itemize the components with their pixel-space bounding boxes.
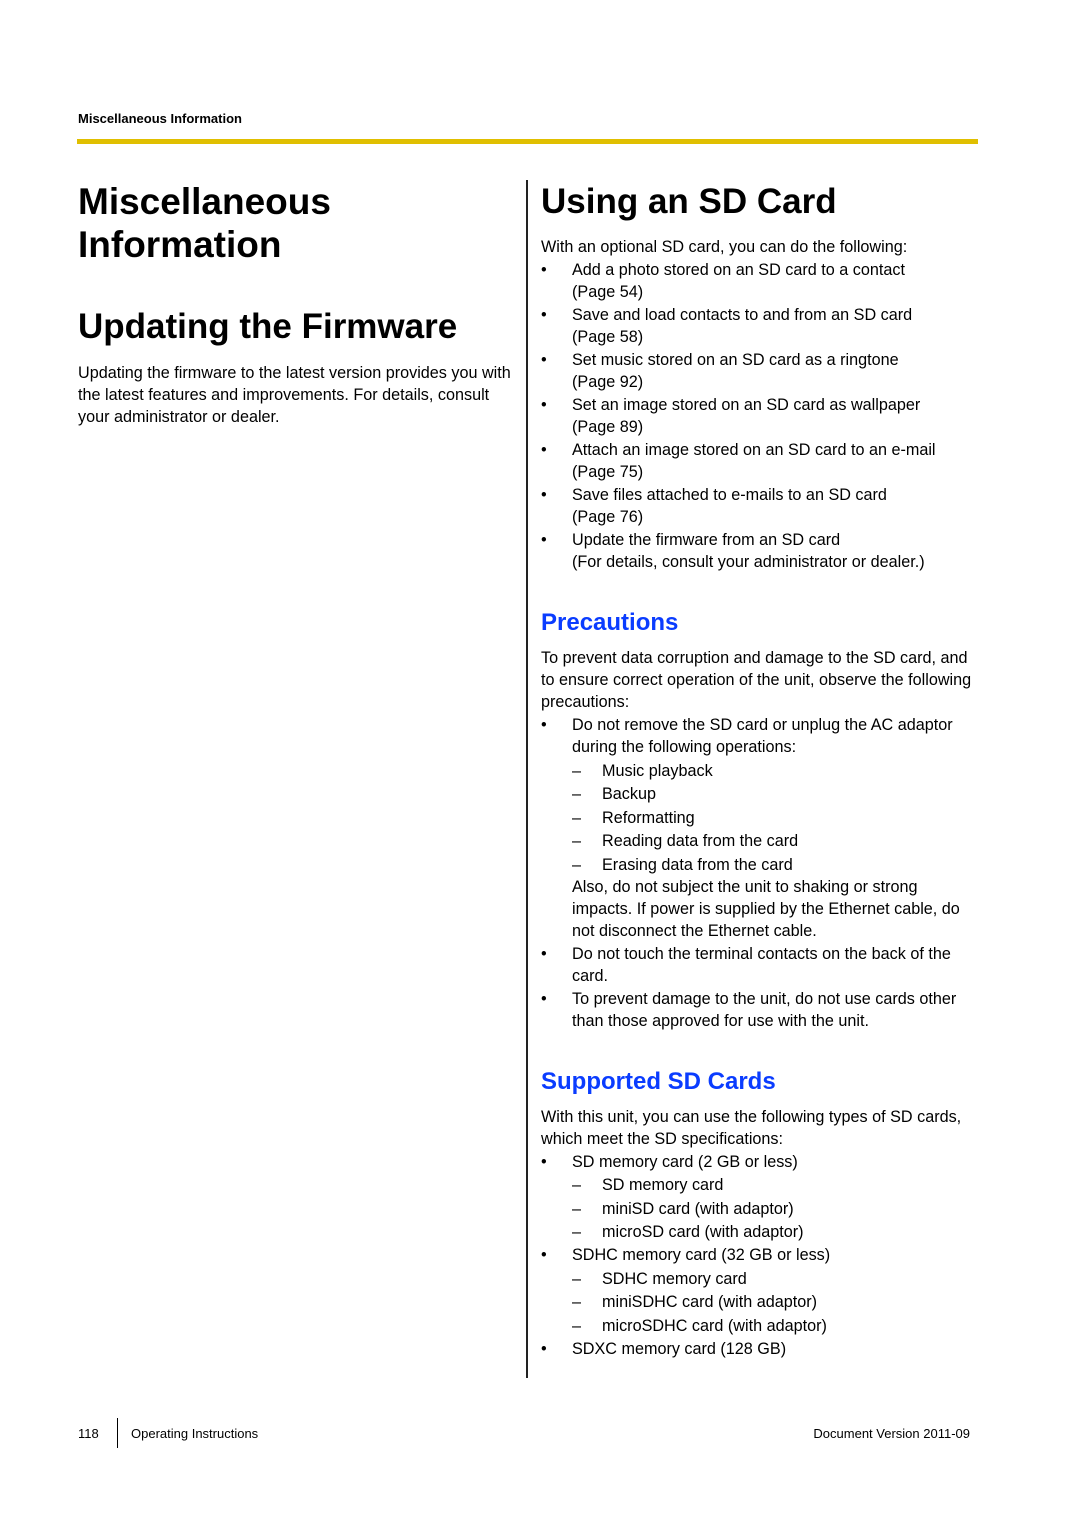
sub-list-item: – SDHC memory card bbox=[572, 1269, 747, 1288]
sd-card-uses-list: • Add a photo stored on an SD card to a c… bbox=[541, 259, 981, 573]
supported-cards-intro: With this unit, you can use the followin… bbox=[541, 1107, 962, 1148]
left-column: Miscellaneous Information Updating the F… bbox=[78, 180, 518, 428]
dash-icon: – bbox=[572, 1199, 582, 1218]
sd-card-intro: With an optional SD card, you can do the… bbox=[541, 238, 908, 256]
bullet-icon: • bbox=[541, 716, 547, 734]
page-reference: (For details, consult your administrator… bbox=[572, 553, 925, 571]
list-item: • To prevent damage to the unit, do not u… bbox=[541, 989, 957, 1030]
list-item: • Update the firmware from an SD card (For… bbox=[541, 529, 981, 573]
dash-icon: – bbox=[572, 1316, 582, 1335]
operations-list: – Music playback – Backup – Reformatting – R… bbox=[572, 760, 981, 876]
chapter-title-line2: Information bbox=[78, 224, 282, 265]
supported-cards-list: • SD memory card (2 GB or less) – SD memo… bbox=[541, 1151, 981, 1360]
dash-icon: – bbox=[572, 761, 582, 780]
bullet-icon: • bbox=[541, 486, 547, 504]
sub-list-item: – Reading data from the card bbox=[572, 832, 799, 850]
sub-list-item: – Erasing data from the card bbox=[572, 855, 793, 874]
bullet-icon: • bbox=[541, 306, 547, 324]
dash-icon: – bbox=[572, 1223, 582, 1241]
dash-icon: – bbox=[572, 1293, 582, 1311]
list-item: • Set an image stored on an SD card as wa… bbox=[541, 394, 981, 438]
bullet-icon: • bbox=[541, 351, 547, 369]
column-divider bbox=[526, 180, 528, 1378]
precautions-heading: Precautions bbox=[541, 609, 679, 636]
sd-card-section-title: Using an SD Card bbox=[541, 182, 837, 221]
bullet-icon: • bbox=[541, 989, 547, 1008]
chapter-title-line1: Miscellaneous bbox=[78, 181, 331, 222]
dash-icon: – bbox=[572, 832, 582, 850]
page-reference: (Page 75) bbox=[572, 463, 644, 481]
dash-icon: – bbox=[572, 1176, 582, 1194]
bullet-icon: • bbox=[541, 944, 547, 963]
precautions-intro: To prevent data corruption and damage to… bbox=[541, 649, 972, 711]
page-number: 118 bbox=[78, 1426, 99, 1441]
running-header: Miscellaneous Information bbox=[78, 111, 242, 126]
document-title: Operating Instructions bbox=[131, 1426, 259, 1441]
list-item: • Save files attached to e-mails to an SD… bbox=[541, 484, 981, 528]
list-item: • Save and load contacts to and from an S… bbox=[541, 304, 981, 348]
sub-list-item: – Reformatting bbox=[572, 808, 695, 827]
sd-card-types: – SD memory card – miniSD card (with adapt… bbox=[572, 1174, 981, 1243]
bullet-icon: • bbox=[541, 261, 547, 279]
page-reference: (Page 58) bbox=[572, 328, 644, 346]
bullet-icon: • bbox=[541, 1246, 547, 1264]
sdhc-card-types: – SDHC memory card – miniSDHC card (with a… bbox=[572, 1268, 981, 1337]
list-item: • SDHC memory card (32 GB or less) – SDHC… bbox=[541, 1244, 981, 1337]
precaution-note: Also, do not subject the unit to shaking… bbox=[572, 877, 960, 940]
page-reference: (Page 89) bbox=[572, 418, 644, 436]
list-item: • SD memory card (2 GB or less) – SD memo… bbox=[541, 1151, 981, 1244]
dash-icon: – bbox=[572, 785, 582, 803]
dash-icon: – bbox=[572, 855, 582, 874]
list-item: • Set music stored on an SD card as a rin… bbox=[541, 349, 981, 393]
header-rule bbox=[77, 139, 978, 144]
page-reference: (Page 92) bbox=[572, 373, 644, 391]
page-reference: (Page 54) bbox=[572, 283, 644, 301]
dash-icon: – bbox=[572, 808, 582, 827]
dash-icon: – bbox=[572, 1269, 582, 1288]
list-item: • Attach an image stored on an SD card to… bbox=[541, 439, 981, 483]
bullet-icon: • bbox=[541, 441, 547, 459]
bullet-icon: • bbox=[541, 1152, 547, 1171]
chapter-title: Miscellaneous Information bbox=[78, 180, 518, 266]
firmware-section-title: Updating the Firmware bbox=[78, 307, 458, 346]
sub-list-item: – Music playback bbox=[572, 761, 713, 780]
list-item: • Do not remove the SD card or unplug th… bbox=[541, 714, 981, 942]
sub-list-item: – microSDHC card (with adaptor) bbox=[572, 1316, 827, 1335]
document-version: Document Version 2011-09 bbox=[813, 1426, 970, 1441]
precautions-list: • Do not remove the SD card or unplug th… bbox=[541, 714, 981, 1032]
list-item: • Do not touch the terminal contacts on t… bbox=[541, 944, 951, 985]
list-item: • SDXC memory card (128 GB) bbox=[541, 1339, 787, 1358]
right-column: Using an SD Card With an optional SD car… bbox=[541, 180, 981, 1360]
page-reference: (Page 76) bbox=[572, 508, 644, 526]
bullet-icon: • bbox=[541, 396, 547, 414]
bullet-icon: • bbox=[541, 1339, 547, 1358]
sub-list-item: – miniSDHC card (with adaptor) bbox=[572, 1293, 817, 1311]
sub-list-item: – miniSD card (with adaptor) bbox=[572, 1199, 794, 1218]
sub-list-item: – Backup bbox=[572, 785, 656, 803]
bullet-icon: • bbox=[541, 531, 547, 549]
sub-list-item: – microSD card (with adaptor) bbox=[572, 1223, 804, 1241]
footer-divider bbox=[117, 1418, 118, 1448]
sub-list-item: – SD memory card bbox=[572, 1176, 724, 1194]
supported-cards-heading: Supported SD Cards bbox=[541, 1067, 776, 1095]
firmware-body: Updating the firmware to the latest vers… bbox=[78, 364, 511, 426]
list-item: • Add a photo stored on an SD card to a c… bbox=[541, 259, 981, 303]
